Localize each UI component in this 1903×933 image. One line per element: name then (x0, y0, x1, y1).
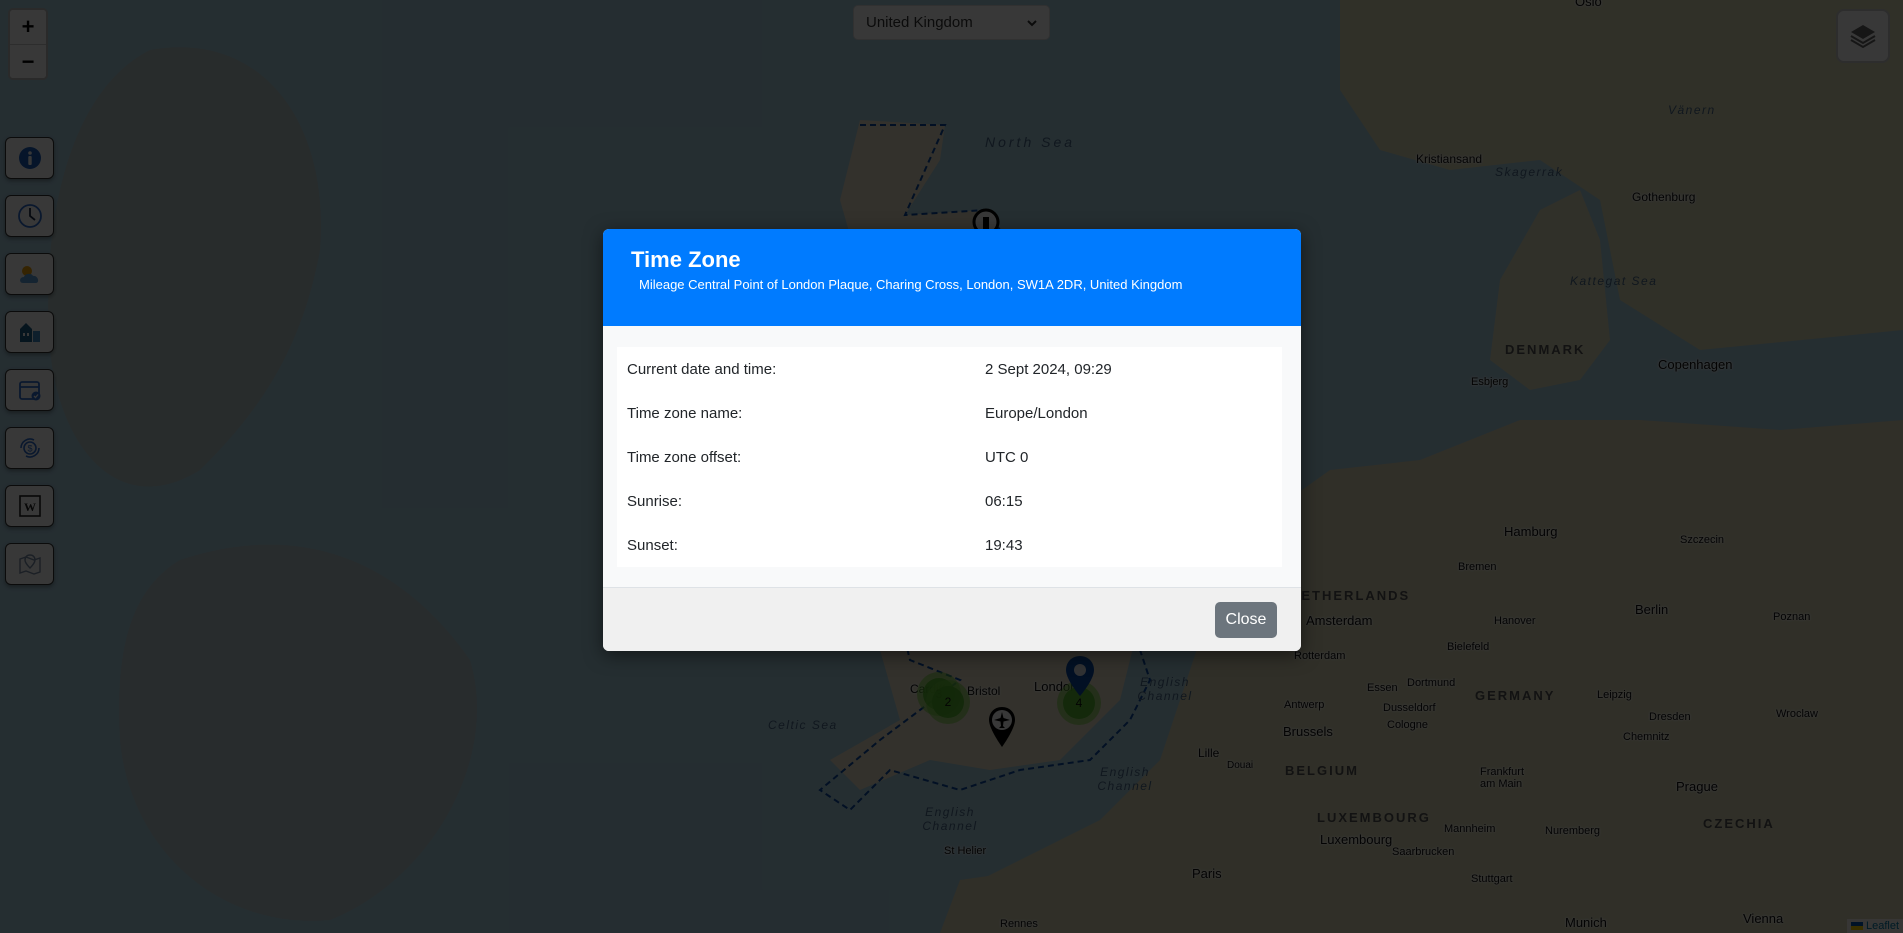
close-button[interactable]: Close (1215, 602, 1277, 638)
modal-header: Time Zone Mileage Central Point of Londo… (603, 229, 1301, 326)
table-row: Time zone offset: UTC 0 (617, 435, 1282, 479)
row-value: 06:15 (985, 492, 1023, 510)
modal-footer: Close (603, 587, 1301, 651)
row-label: Sunrise: (627, 492, 683, 510)
row-label: Sunset: (627, 536, 678, 554)
row-value: 19:43 (985, 536, 1023, 554)
table-row: Sunrise: 06:15 (617, 479, 1282, 523)
table-row: Time zone name: Europe/London (617, 391, 1282, 435)
row-label: Current date and time: (627, 360, 777, 378)
row-label: Time zone offset: (627, 448, 742, 466)
modal-title: Time Zone (631, 247, 741, 272)
row-value: UTC 0 (985, 448, 1029, 466)
modal-subtitle: Mileage Central Point of London Plaque, … (639, 277, 1183, 292)
time-zone-info-table: Current date and time: 2 Sept 2024, 09:2… (617, 347, 1282, 567)
time-zone-modal: Time Zone Mileage Central Point of Londo… (603, 229, 1301, 651)
table-row: Current date and time: 2 Sept 2024, 09:2… (617, 347, 1282, 391)
row-label: Time zone name: (627, 404, 743, 422)
modal-body: Current date and time: 2 Sept 2024, 09:2… (603, 326, 1301, 587)
table-row: Sunset: 19:43 (617, 523, 1282, 567)
row-value: 2 Sept 2024, 09:29 (985, 360, 1112, 378)
row-value: Europe/London (985, 404, 1088, 422)
